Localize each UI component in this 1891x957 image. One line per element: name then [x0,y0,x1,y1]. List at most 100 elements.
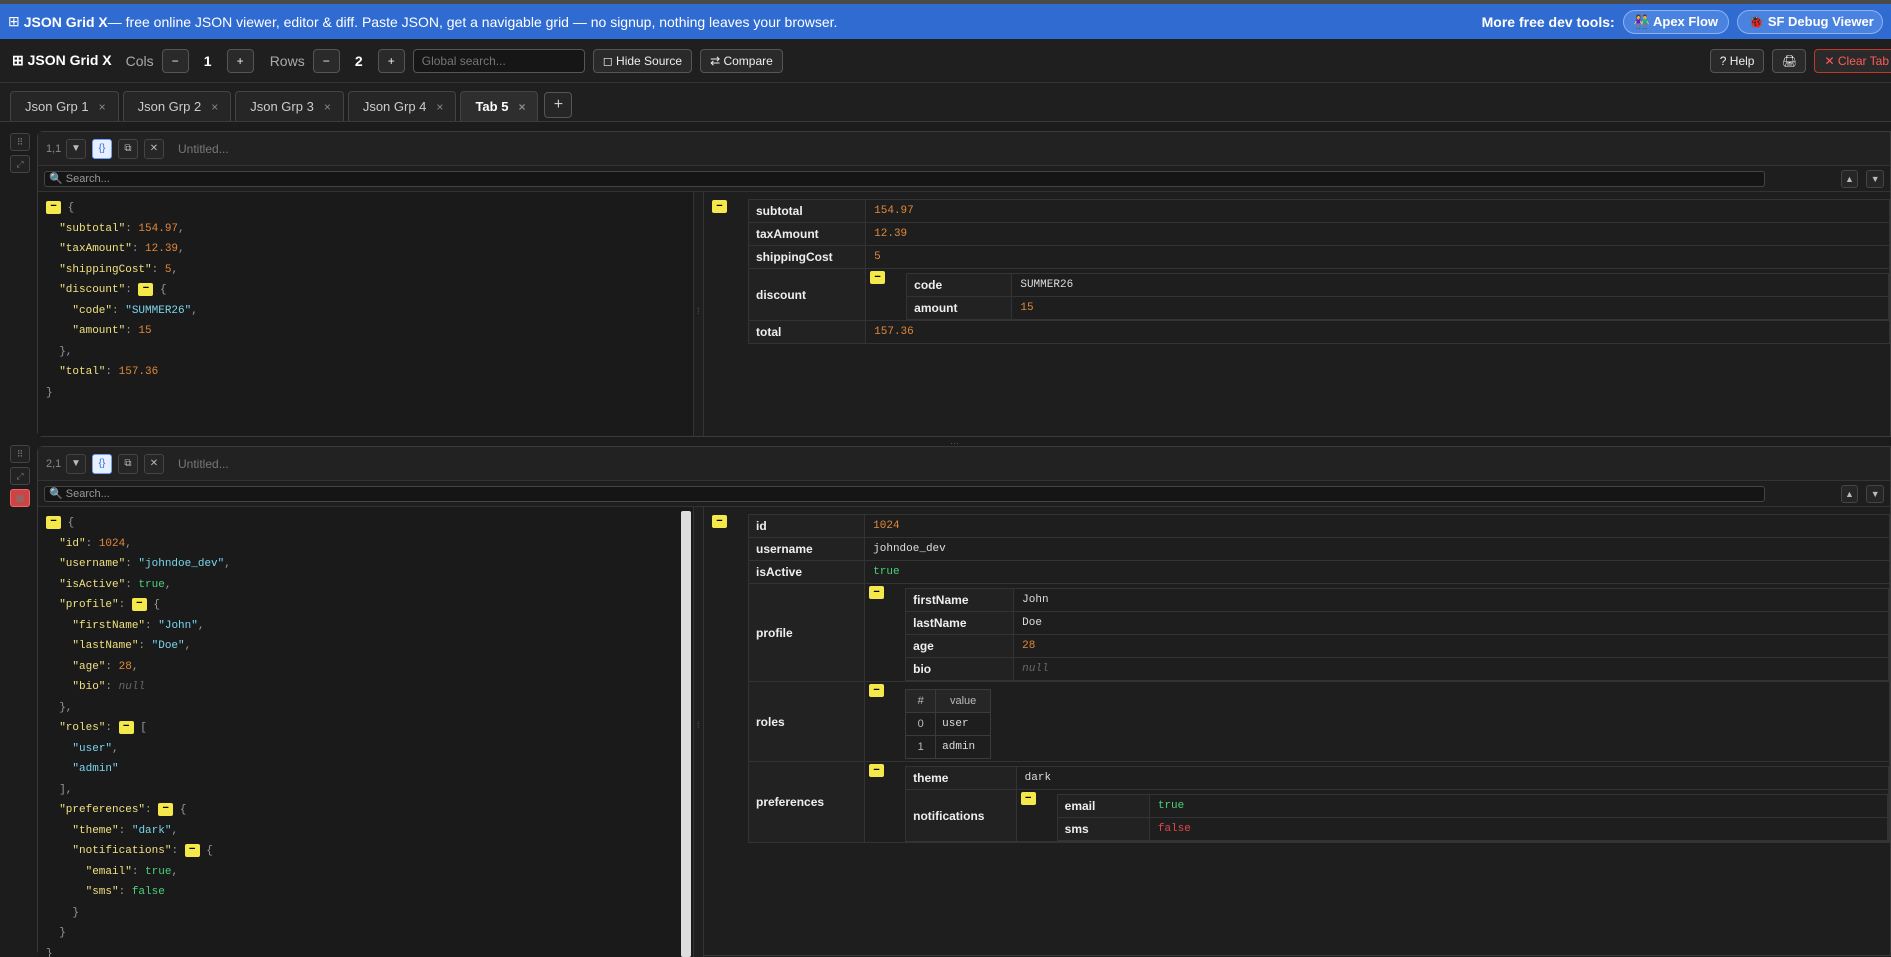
source-scrollbar[interactable] [681,511,691,957]
table-row: subtotal 154.97 [747,199,1890,223]
close-tab-icon[interactable]: × [211,100,218,114]
collapse-toggle-icon[interactable]: ▼ [66,453,86,474]
hide-source-button[interactable]: ◻ Hide Source [592,48,693,73]
close-tab-icon[interactable]: × [518,100,525,114]
sf-debug-viewer-link[interactable]: 🐞 SF Debug Viewer [1737,9,1883,34]
fold-toggle-icon[interactable]: − [870,271,886,284]
prev-match-icon[interactable]: ▲ [1840,484,1859,503]
grid-logo-icon: ⊞ [8,13,20,29]
json-source-editor[interactable]: − { "id": 1024, "username": "johndoe_dev… [38,507,694,957]
table-row: theme dark [905,766,1890,790]
drag-handle-icon[interactable]: ⠿ [10,445,30,463]
table-row: discount − code SUMMER26 amount 15 [747,268,1890,321]
table-row: age 28 [905,634,1889,658]
grid-nested-value: − code SUMMER26 amount 15 [865,268,1890,321]
fold-toggle-icon[interactable]: − [184,843,200,857]
table-row: # value [905,688,992,713]
close-panel-icon[interactable]: ✕ [144,453,164,474]
clear-tab-button[interactable]: ✕ Clear Tab [1814,48,1891,73]
close-tab-icon[interactable]: × [99,100,106,114]
table-row: lastName Doe [905,611,1889,635]
cols-label: Cols [125,52,154,69]
print-button[interactable]: 🖨 [1772,48,1807,73]
table-row: shippingCost 5 [747,245,1890,269]
expand-icon[interactable]: ⤢ [10,155,30,173]
table-row: total 157.36 [747,320,1890,344]
table-row: 1 admin [905,734,992,759]
format-json-icon[interactable]: {} [92,138,112,159]
table-row: code SUMMER26 [906,273,1889,297]
table-row: bio null [905,657,1889,681]
copy-icon[interactable]: ⧉ [118,453,138,474]
drag-handle-icon[interactable]: ⠿ [10,133,30,151]
table-row: preferences − theme dark notifications − … [747,761,1890,843]
fold-toggle-icon[interactable]: − [138,282,154,296]
promo-banner: ⊞ JSON Grid X — free online JSON viewer,… [0,0,1891,39]
row-gutter: ⠿ ⤢ ⠿ ⤢ ▦ [0,123,37,956]
close-tab-icon[interactable]: × [436,100,443,114]
add-tab-button[interactable]: + [544,92,573,118]
panel-position: 2,1 [46,457,62,470]
help-button[interactable]: ? Help [1709,48,1765,73]
fold-toggle-icon[interactable]: − [46,200,61,214]
panel-search-input[interactable]: 🔍 Search... [44,170,1765,187]
tab-json-grp-2[interactable]: Json Grp 2 × [122,91,232,121]
rows-value: 2 [354,52,363,69]
tab-json-grp-3[interactable]: Json Grp 3 × [235,91,344,121]
fold-toggle-icon[interactable]: − [158,802,174,816]
rows-label: Rows [269,52,305,69]
close-tab-icon[interactable]: × [324,100,331,114]
fold-toggle-icon[interactable]: − [131,597,147,611]
expand-icon[interactable]: ⤢ [10,467,30,485]
panel-header: 2,1 ▼ {} ⧉ ✕ Untitled... [38,447,1890,481]
collapse-toggle-icon[interactable]: ▼ [66,138,86,159]
apex-flow-icon: 👫 [1633,13,1653,29]
panel-header: 1,1 ▼ {} ⧉ ✕ Untitled... [38,132,1890,166]
fold-toggle-icon[interactable]: − [869,586,885,599]
rows-increment-button[interactable]: + [377,48,405,73]
json-source-editor[interactable]: − { "subtotal": 154.97, "taxAmount": 12.… [38,192,694,436]
pane-splitter[interactable]: ⁞ [694,507,704,957]
table-row: amount 15 [906,296,1889,320]
rows-decrement-button[interactable]: − [312,48,340,73]
delete-row-icon[interactable]: ▦ [10,489,30,507]
table-row: roles − # value 0 user 1 admin [747,681,1890,762]
more-tools-label: More free dev tools: [1481,13,1615,30]
cols-increment-button[interactable]: + [226,48,254,73]
fold-toggle-icon[interactable]: − [869,764,885,777]
panel-title[interactable]: Untitled... [178,457,229,471]
cols-decrement-button[interactable]: − [161,48,189,73]
fold-toggle-icon[interactable]: − [118,720,134,734]
table-row: notifications − email true sms false [905,789,1890,842]
tab-json-grp-1[interactable]: Json Grp 1 × [10,91,119,121]
fold-toggle-icon[interactable]: − [1020,792,1036,805]
prev-match-icon[interactable]: ▲ [1840,169,1859,188]
table-row: email true [1056,794,1889,818]
format-json-icon[interactable]: {} [92,453,112,474]
next-match-icon[interactable]: ▼ [1866,484,1885,503]
apex-flow-link[interactable]: 👫 Apex Flow [1622,9,1729,34]
tab-bar: Json Grp 1 × Json Grp 2 × Json Grp 3 × Json… [0,83,1891,122]
fold-toggle-icon[interactable]: − [869,684,885,697]
panel-search-bar: 🔍 Search... ▲ ▼ [38,481,1890,507]
next-match-icon[interactable]: ▼ [1866,169,1885,188]
banner-brand: JSON Grid X [23,13,108,30]
close-panel-icon[interactable]: ✕ [144,138,164,159]
banner-tagline: — free online JSON viewer, editor & diff… [107,13,838,30]
fold-toggle-icon[interactable]: − [712,515,727,528]
grid-key: shippingCost [747,245,867,269]
panel-search-bar: 🔍 Search... ▲ ▼ [38,166,1890,192]
fold-toggle-icon[interactable]: − [46,515,61,529]
fold-toggle-icon[interactable]: − [712,200,727,213]
grid-key: discount [747,268,867,321]
grid-key: total [747,320,867,344]
panel-search-input[interactable]: 🔍 Search... [44,485,1765,502]
tab-json-grp-4[interactable]: Json Grp 4 × [347,91,457,121]
compare-button[interactable]: ⇄ Compare [700,48,783,73]
global-search-input[interactable] [412,48,585,73]
pane-splitter[interactable]: ⁞ [694,192,704,436]
panel-title[interactable]: Untitled... [178,142,229,156]
tab-5[interactable]: Tab 5 × [460,91,539,121]
table-row: id 1024 [747,514,1890,538]
copy-icon[interactable]: ⧉ [118,138,138,159]
